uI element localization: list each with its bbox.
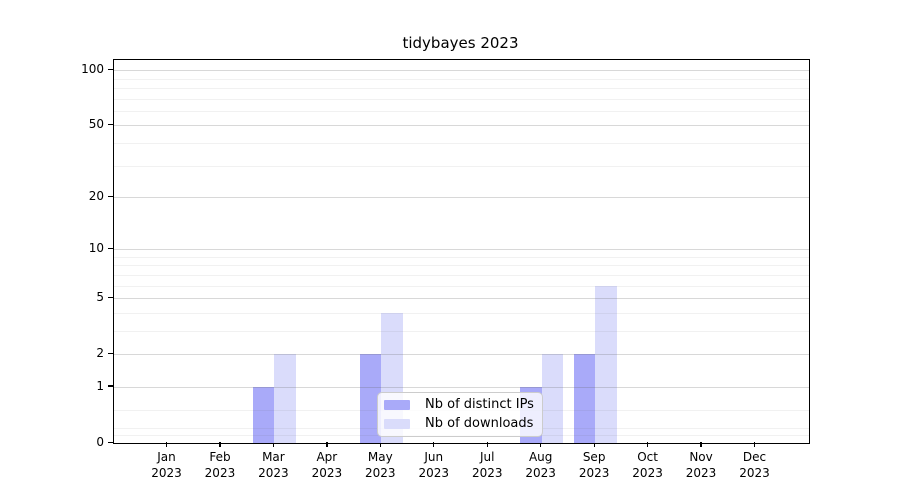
x-tick-label-year: 2023 <box>299 465 355 481</box>
x-tick-label: Sep2023 <box>566 449 622 481</box>
chart-title: tidybayes 2023 <box>113 34 808 53</box>
x-tick-label-year: 2023 <box>459 465 515 481</box>
x-tick-label: Mar2023 <box>245 449 301 481</box>
bars-layer <box>114 60 809 443</box>
y-tick-label: 100 <box>0 61 104 77</box>
x-tick-label: Apr2023 <box>299 449 355 481</box>
x-tick-label-year: 2023 <box>245 465 301 481</box>
legend-label-downloads: Nb of downloads <box>425 416 533 432</box>
y-tick-mark <box>108 442 113 443</box>
bar-downloads-aug <box>542 354 563 443</box>
y-tick-mark <box>108 385 113 386</box>
x-tick-label: May2023 <box>352 449 408 481</box>
figure: tidybayes 2023 0125102050100Jan2023Feb20… <box>0 0 900 500</box>
x-tick-label-year: 2023 <box>192 465 248 481</box>
x-tick-label-year: 2023 <box>726 465 782 481</box>
x-tick-label-year: 2023 <box>620 465 676 481</box>
y-tick-mark <box>108 248 113 249</box>
x-tick-label-year: 2023 <box>406 465 462 481</box>
x-tick-label-month: Sep <box>566 449 622 465</box>
x-tick-label-month: Feb <box>192 449 248 465</box>
y-tick-mark <box>108 69 113 70</box>
x-tick-label-month: Jun <box>406 449 462 465</box>
y-tick-label: 50 <box>0 116 104 132</box>
x-tick-label: Jan2023 <box>139 449 195 481</box>
x-tick-label-year: 2023 <box>139 465 195 481</box>
legend-swatch-downloads-icon <box>384 419 410 429</box>
bar-downloads-mar <box>274 354 295 443</box>
x-tick-label: Jun2023 <box>406 449 462 481</box>
legend-swatch-distinct-ips-icon <box>384 400 410 410</box>
x-tick-label-month: May <box>352 449 408 465</box>
y-tick-label: 10 <box>0 240 104 256</box>
y-tick-label: 2 <box>0 345 104 361</box>
x-tick-label: Nov2023 <box>673 449 729 481</box>
legend-label-distinct-ips: Nb of distinct IPs <box>425 397 534 413</box>
x-tick-label-month: Aug <box>513 449 569 465</box>
legend-item-downloads: Nb of downloads <box>384 416 534 432</box>
bar-distinct-ips-mar <box>253 387 274 443</box>
x-tick-label: Dec2023 <box>726 449 782 481</box>
y-tick-label: 5 <box>0 289 104 305</box>
x-tick-label-month: Nov <box>673 449 729 465</box>
x-tick-label-month: Apr <box>299 449 355 465</box>
x-tick-label-month: Oct <box>620 449 676 465</box>
y-tick-mark <box>108 196 113 197</box>
legend-item-distinct-ips: Nb of distinct IPs <box>384 397 534 413</box>
x-tick-label-month: Dec <box>726 449 782 465</box>
plot-area <box>113 59 810 444</box>
x-tick-label-month: Jan <box>139 449 195 465</box>
x-tick-label: Jul2023 <box>459 449 515 481</box>
x-tick-label-year: 2023 <box>352 465 408 481</box>
y-tick-label: 20 <box>0 188 104 204</box>
y-tick-label: 1 <box>0 378 104 394</box>
x-tick-label-year: 2023 <box>513 465 569 481</box>
y-tick-mark <box>108 124 113 125</box>
x-tick-label: Feb2023 <box>192 449 248 481</box>
y-tick-mark <box>108 353 113 354</box>
x-tick-label-month: Mar <box>245 449 301 465</box>
x-tick-label: Oct2023 <box>620 449 676 481</box>
bar-downloads-sep <box>595 286 616 443</box>
x-tick-label-year: 2023 <box>566 465 622 481</box>
y-tick-mark <box>108 297 113 298</box>
bar-distinct-ips-sep <box>574 354 595 443</box>
x-tick-label-year: 2023 <box>673 465 729 481</box>
y-tick-label: 0 <box>0 434 104 450</box>
x-tick-label: Aug2023 <box>513 449 569 481</box>
legend: Nb of distinct IPs Nb of downloads <box>377 392 543 437</box>
x-tick-label-month: Jul <box>459 449 515 465</box>
